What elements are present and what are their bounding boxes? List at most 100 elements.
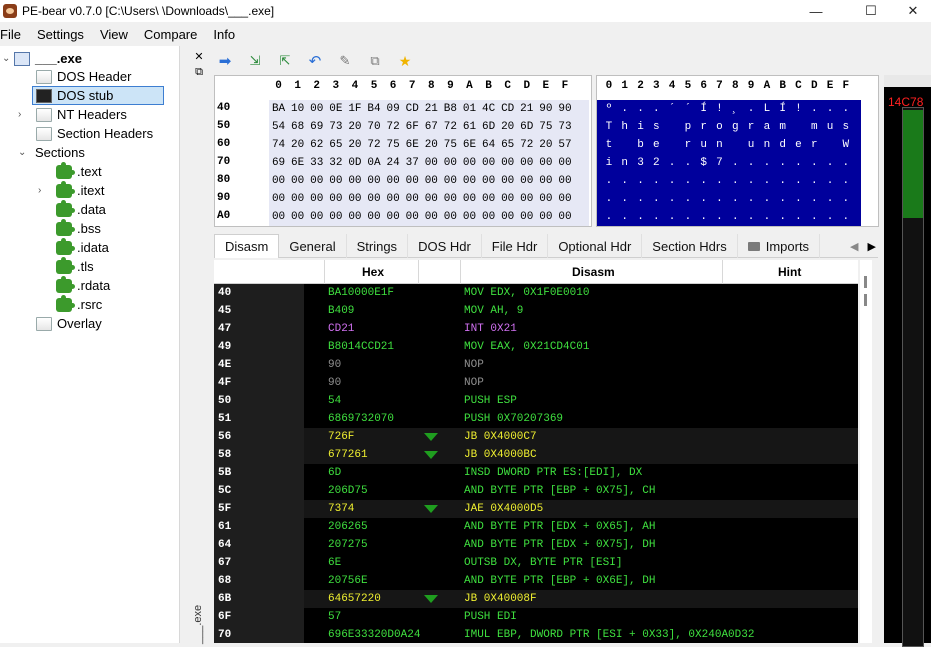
- hex-byte[interactable]: 00: [307, 100, 326, 118]
- jump-down-arrow-icon[interactable]: [424, 505, 438, 513]
- hex-byte[interactable]: 00: [517, 208, 536, 226]
- ascii-char[interactable]: .: [806, 154, 822, 172]
- ascii-char[interactable]: .: [633, 172, 649, 190]
- hex-byte[interactable]: 00: [364, 172, 383, 190]
- hex-byte[interactable]: 75: [441, 136, 460, 154]
- ascii-char[interactable]: .: [617, 172, 633, 190]
- tree-item-nt-headers[interactable]: › NT Headers: [0, 105, 127, 124]
- hex-byte[interactable]: 01: [460, 100, 479, 118]
- hex-byte[interactable]: 00: [269, 208, 288, 226]
- ascii-char[interactable]: i: [633, 118, 649, 136]
- ascii-char[interactable]: .: [822, 172, 838, 190]
- ascii-char[interactable]: .: [648, 208, 664, 226]
- ascii-row[interactable]: ................: [601, 172, 854, 190]
- hex-byte[interactable]: 00: [555, 154, 574, 172]
- tab-optional-hdr[interactable]: Optional Hdr: [548, 234, 643, 258]
- hex-byte[interactable]: 00: [517, 154, 536, 172]
- hex-byte[interactable]: BA: [269, 100, 288, 118]
- hex-byte[interactable]: 00: [288, 190, 307, 208]
- disasm-row[interactable]: 5C 206D75 AND BYTE PTR [EBP + 0X75], CH: [214, 482, 858, 500]
- hex-byte[interactable]: 37: [403, 154, 422, 172]
- ascii-char[interactable]: .: [648, 172, 664, 190]
- tree-item-section-idata[interactable]: .idata: [56, 237, 109, 257]
- ascii-char[interactable]: 7: [712, 154, 728, 172]
- ascii-char[interactable]: n: [617, 154, 633, 172]
- scroll-thumb[interactable]: [864, 276, 867, 288]
- ascii-char[interactable]: .: [664, 208, 680, 226]
- ascii-char[interactable]: .: [791, 190, 807, 208]
- export-icon[interactable]: ⇲: [244, 51, 266, 71]
- hex-byte[interactable]: 54: [269, 118, 288, 136]
- tab-dos-hdr[interactable]: DOS Hdr: [408, 234, 482, 258]
- hex-byte[interactable]: 00: [479, 190, 498, 208]
- ascii-char[interactable]: i: [601, 154, 617, 172]
- hex-byte[interactable]: 00: [269, 172, 288, 190]
- hex-byte[interactable]: 6F: [403, 118, 422, 136]
- ascii-row[interactable]: º... ´ ´ Í! ¸. L Í!...: [601, 100, 854, 118]
- hex-byte[interactable]: 00: [307, 208, 326, 226]
- ascii-char[interactable]: .: [791, 154, 807, 172]
- ascii-row[interactable]: i n 3 2.. $7........: [601, 154, 854, 172]
- ascii-char[interactable]: .: [743, 208, 759, 226]
- hex-byte[interactable]: 65: [498, 136, 517, 154]
- ascii-char[interactable]: u: [822, 118, 838, 136]
- hex-byte[interactable]: 00: [498, 154, 517, 172]
- tree-item-section-rsrc[interactable]: .rsrc: [56, 294, 102, 314]
- hex-byte[interactable]: 00: [555, 172, 574, 190]
- chevron-down-icon[interactable]: ⌄: [2, 53, 12, 64]
- ascii-content[interactable]: º... ´ ´ Í! ¸. L Í!... Th i s program must be run…: [597, 100, 861, 226]
- ascii-row[interactable]: ................: [601, 190, 854, 208]
- hex-byte[interactable]: 33: [307, 154, 326, 172]
- hex-byte[interactable]: 00: [517, 172, 536, 190]
- menu-view[interactable]: View: [100, 27, 128, 42]
- hex-byte[interactable]: 00: [479, 208, 498, 226]
- hex-byte[interactable]: 00: [403, 208, 422, 226]
- tree-item-section-headers[interactable]: Section Headers: [36, 124, 153, 143]
- ascii-char[interactable]: .: [696, 208, 712, 226]
- ascii-char[interactable]: .: [680, 172, 696, 190]
- scroll-thumb[interactable]: [864, 294, 867, 306]
- hex-byte[interactable]: 00: [326, 208, 345, 226]
- hex-byte[interactable]: 00: [384, 190, 403, 208]
- hex-byte[interactable]: 00: [536, 172, 555, 190]
- import-icon[interactable]: ⇱: [274, 51, 296, 71]
- ascii-char[interactable]: .: [727, 154, 743, 172]
- disasm-row[interactable]: 47 CD21 INT 0X21: [214, 320, 858, 338]
- hex-byte[interactable]: 4C: [479, 100, 498, 118]
- ascii-char[interactable]: .: [791, 172, 807, 190]
- chevron-down-icon[interactable]: ⌄: [18, 147, 28, 158]
- ascii-char[interactable]: .: [806, 172, 822, 190]
- hex-byte[interactable]: B4: [364, 100, 383, 118]
- hex-byte[interactable]: 69: [269, 154, 288, 172]
- ascii-char[interactable]: u: [743, 136, 759, 154]
- ascii-char[interactable]: .: [727, 208, 743, 226]
- ascii-view[interactable]: 0123456789ABCDEF º... ´ ´ Í! ¸. L Í!... Th i s pr…: [596, 75, 879, 227]
- file-overview-bar[interactable]: 14C78: [884, 75, 931, 647]
- ascii-char[interactable]: .: [838, 100, 854, 118]
- hex-byte[interactable]: 90: [536, 100, 555, 118]
- disasm-row[interactable]: 5B 6D INSD DWORD PTR ES:[EDI], DX: [214, 464, 858, 482]
- minimize-button[interactable]: —: [793, 0, 839, 22]
- jump-down-arrow-icon[interactable]: [424, 433, 438, 441]
- ascii-char[interactable]: .: [601, 208, 617, 226]
- hex-byte[interactable]: 20: [422, 136, 441, 154]
- hex-row-bytes[interactable]: 00 00 00 00 00 00 00 00 00 00 00 00 00 00 00 00: [269, 172, 589, 190]
- disasm-row[interactable]: 49 B8014CCD21 MOV EAX, 0X21CD4C01: [214, 338, 858, 356]
- arrow-right-icon[interactable]: ➡: [214, 51, 236, 71]
- disasm-row[interactable]: 51 6869732070 PUSH 0X70207369: [214, 410, 858, 428]
- hex-byte[interactable]: 20: [345, 136, 364, 154]
- ascii-char[interactable]: p: [680, 118, 696, 136]
- ascii-char[interactable]: .: [727, 172, 743, 190]
- tab-file-hdr[interactable]: File Hdr: [482, 234, 549, 258]
- ascii-char[interactable]: s: [648, 118, 664, 136]
- ascii-char[interactable]: .: [743, 172, 759, 190]
- ascii-char[interactable]: .: [712, 190, 728, 208]
- hex-row-bytes[interactable]: 00 00 00 00 00 00 00 00 00 00 00 00 00 00 00 00: [269, 208, 589, 226]
- hex-byte[interactable]: 70: [364, 118, 383, 136]
- ascii-row[interactable]: t be run under W: [601, 136, 854, 154]
- ascii-char[interactable]: h: [617, 118, 633, 136]
- tree-item-dos-header[interactable]: DOS Header: [36, 67, 131, 86]
- hex-view[interactable]: 0123456789ABCDEF 40 BA 10 00 0E 1F B4 09 CD 21 B8 0…: [214, 75, 592, 227]
- ascii-row[interactable]: This program mus: [601, 118, 854, 136]
- jump-down-arrow-icon[interactable]: [424, 451, 438, 459]
